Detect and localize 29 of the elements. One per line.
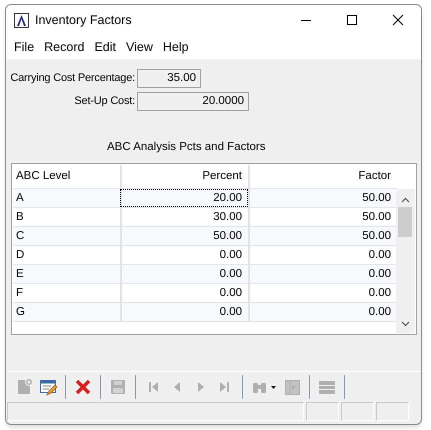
status-pane	[306, 402, 339, 422]
app-logo-icon	[14, 12, 29, 28]
table-title: ABC Analysis Pcts and Factors	[107, 140, 267, 155]
scroll-up-icon[interactable]	[401, 197, 410, 204]
menu-item[interactable]: Edit	[89, 38, 121, 56]
input-field[interactable]: 20.0000	[137, 92, 249, 111]
status-pane	[341, 402, 374, 422]
menu-item[interactable]: View	[121, 38, 158, 56]
table-cell[interactable]: A	[13, 189, 120, 208]
table-cell[interactable]: C	[13, 227, 120, 246]
scroll-down-icon[interactable]	[401, 321, 410, 328]
table-cell[interactable]: B	[13, 208, 120, 226]
table-cell[interactable]: 0.00	[120, 303, 248, 322]
menu-item[interactable]: Record	[39, 38, 90, 56]
field-label: Set-Up Cost:	[73, 94, 136, 110]
edit-form-icon[interactable]	[38, 377, 58, 398]
menu-item[interactable]: File	[9, 38, 40, 56]
table-cell[interactable]: F	[13, 284, 120, 302]
input-field[interactable]: 35.00	[137, 69, 201, 88]
menu-item[interactable]: Help	[158, 38, 194, 56]
field-label: Carrying Cost Percentage:	[9, 71, 136, 86]
window-title: Inventory Factors	[35, 12, 132, 29]
table-cell[interactable]: G	[13, 303, 120, 322]
status-pane	[376, 402, 409, 422]
table-cell[interactable]: D	[13, 246, 120, 264]
column-header[interactable]: ABC Level	[13, 165, 120, 188]
table-cell[interactable]: E	[13, 265, 120, 284]
vertical-scrollbar[interactable]	[396, 189, 415, 334]
scrollbar-thumb[interactable]	[398, 207, 412, 238]
